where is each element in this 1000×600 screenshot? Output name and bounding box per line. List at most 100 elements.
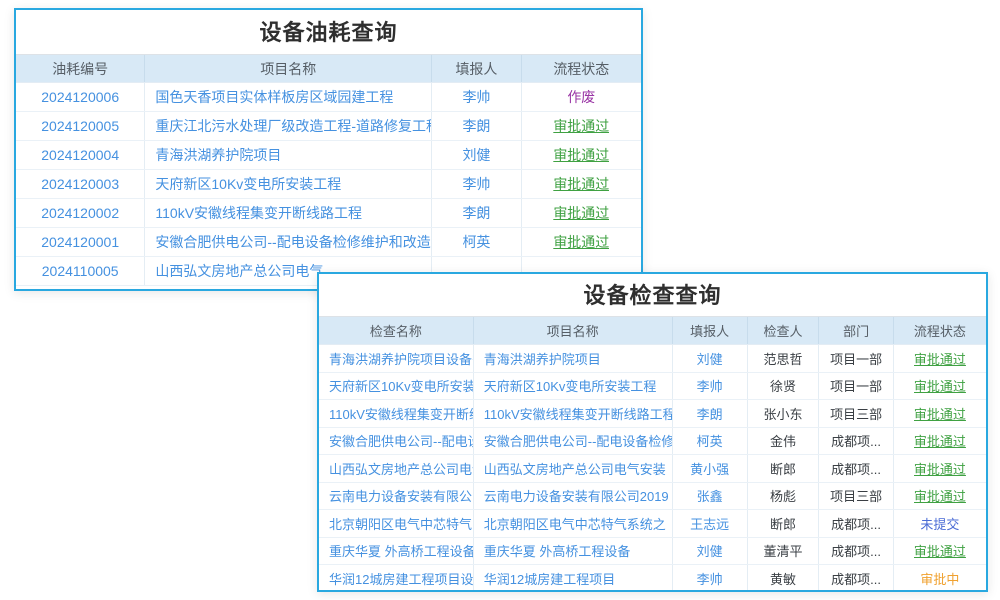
fuel-table-body: 2024120006国色天香项目实体样板房区域园建工程李帅作废202412000… <box>16 83 641 286</box>
cell-inspector: 黄敏 <box>748 565 819 592</box>
cell-reporter-text[interactable]: 刘健 <box>697 349 723 368</box>
column-header-status: 流程状态 <box>894 317 986 344</box>
status-link[interactable]: 审批通过 <box>553 145 609 165</box>
cell-fuel-id-text[interactable]: 2024120003 <box>41 176 119 192</box>
cell-project-text[interactable]: 华润12城房建工程项目 <box>484 569 615 588</box>
cell-project: 安徽合肥供电公司--配电设备检修维护和改造 <box>145 228 432 256</box>
table-row: 山西弘文房地产总公司电气安装工程山西弘文房地产总公司电气安装黄小强断郎成都项..… <box>319 455 986 483</box>
cell-fuel-id-text[interactable]: 2024110005 <box>42 263 119 279</box>
status-link[interactable]: 审批通过 <box>914 431 966 450</box>
cell-inspection-name: 110kV安徽线程集变开断线路工程计划 <box>319 400 474 427</box>
column-header-reporter: 填报人 <box>673 317 748 344</box>
cell-project-text[interactable]: 北京朝阳区电气中芯特气系统之 <box>484 514 666 533</box>
cell-reporter: 黄小强 <box>673 455 748 482</box>
cell-reporter-text[interactable]: 王志远 <box>690 514 729 533</box>
cell-fuel-id: 2024120003 <box>16 170 145 198</box>
cell-inspection-name-text[interactable]: 安徽合肥供电公司--配电设备检修维护 <box>329 431 473 450</box>
cell-reporter-text[interactable]: 柯英 <box>462 232 490 252</box>
cell-reporter: 刘健 <box>673 345 748 372</box>
cell-fuel-id-text[interactable]: 2024120002 <box>41 205 119 221</box>
status-link[interactable]: 审批通过 <box>914 541 966 560</box>
status-link[interactable]: 审批通过 <box>553 174 609 194</box>
cell-project-text[interactable]: 安徽合肥供电公司--配电设备检修 <box>484 431 672 450</box>
cell-fuel-id-text[interactable]: 2024120004 <box>41 147 119 163</box>
status-link[interactable]: 审批通过 <box>553 232 609 252</box>
cell-reporter-text[interactable]: 李帅 <box>697 376 723 395</box>
cell-fuel-id-text[interactable]: 2024120005 <box>41 118 119 134</box>
status-link[interactable]: 审批通过 <box>553 203 609 223</box>
cell-reporter-text[interactable]: 李帅 <box>462 174 490 194</box>
cell-department-text: 成都项... <box>831 569 881 588</box>
cell-reporter-text[interactable]: 柯英 <box>697 431 723 450</box>
table-row: 2024120005 重庆江北污水处理厂级改造工程-道路修复工程 李朗 审批通过 <box>16 112 641 141</box>
cell-inspector: 徐贤 <box>748 373 819 400</box>
column-header-project-name: 项目名称 <box>474 317 673 344</box>
status-link[interactable]: 作废 <box>567 87 595 107</box>
cell-inspection-name: 北京朝阳区电气中芯特气系统之GIS <box>319 510 474 537</box>
cell-project: 110kV安徽线程集变开断线路工程 <box>145 199 432 227</box>
status-link[interactable]: 审批通过 <box>914 349 966 368</box>
cell-reporter-text[interactable]: 黄小强 <box>690 459 729 478</box>
cell-reporter-text[interactable]: 李帅 <box>462 87 490 107</box>
cell-fuel-id-text[interactable]: 2024120006 <box>41 89 119 105</box>
cell-inspector-text: 徐贤 <box>770 376 796 395</box>
cell-department: 成都项... <box>819 428 894 455</box>
cell-reporter-text[interactable]: 刘健 <box>697 541 723 560</box>
cell-reporter: 刘健 <box>432 141 521 169</box>
cell-reporter-text[interactable]: 李朗 <box>462 203 490 223</box>
status-link[interactable]: 审批通过 <box>914 404 966 423</box>
cell-reporter-text[interactable]: 李帅 <box>697 569 723 588</box>
cell-status: 审批中 <box>894 565 986 592</box>
cell-status: 审批通过 <box>522 112 641 140</box>
cell-project-text[interactable]: 天府新区10Kv变电所安装工程 <box>155 174 341 194</box>
table-row: 北京朝阳区电气中芯特气系统之GIS北京朝阳区电气中芯特气系统之王志远断郎成都项.… <box>319 510 986 538</box>
cell-reporter-text[interactable]: 李朗 <box>697 404 723 423</box>
cell-department-text: 成都项... <box>831 541 881 560</box>
cell-project: 天府新区10Kv变电所安装工程 <box>474 373 673 400</box>
cell-project-text[interactable]: 山西弘文房地产总公司电气安装 <box>484 459 666 478</box>
cell-project-text[interactable]: 110kV安徽线程集变开断线路工程 <box>155 203 362 223</box>
cell-inspector: 张小东 <box>748 400 819 427</box>
cell-project-text[interactable]: 重庆江北污水处理厂级改造工程-道路修复工程 <box>155 116 431 136</box>
table-row: 华润12城房建工程项目设备检查2 华润12城房建工程项目 李帅 黄敏成都项... 审批中 <box>319 565 986 592</box>
cell-project-text[interactable]: 国色天香项目实体样板房区域园建工程 <box>155 87 393 107</box>
status-link[interactable]: 审批通过 <box>914 376 966 395</box>
cell-project: 重庆江北污水处理厂级改造工程-道路修复工程 <box>145 112 432 140</box>
cell-inspection-name-text[interactable]: 北京朝阳区电气中芯特气系统之GIS <box>329 514 473 533</box>
cell-reporter: 王志远 <box>673 510 748 537</box>
cell-inspection-name-text[interactable]: 山西弘文房地产总公司电气安装工程 <box>329 459 473 478</box>
cell-inspection-name: 山西弘文房地产总公司电气安装工程 <box>319 455 474 482</box>
cell-fuel-id-text[interactable]: 2024120001 <box>41 234 119 250</box>
cell-inspection-name-text[interactable]: 110kV安徽线程集变开断线路工程计划 <box>329 404 473 423</box>
status-link[interactable]: 审批通过 <box>914 459 966 478</box>
table-row: 110kV安徽线程集变开断线路工程计划 110kV安徽线程集变开断线路工程 李朗 张小… <box>319 400 986 428</box>
cell-reporter-text[interactable]: 李朗 <box>462 116 490 136</box>
column-header-inspection-name: 检查名称 <box>319 317 474 344</box>
cell-reporter-text[interactable]: 刘健 <box>462 145 490 165</box>
cell-project-text[interactable]: 重庆华夏 外高桥工程设备 <box>484 541 631 560</box>
cell-inspection-name-text[interactable]: 华润12城房建工程项目设备检查2 <box>329 569 473 588</box>
cell-project: 青海洪湖养护院项目 <box>474 345 673 372</box>
status-link[interactable]: 未提交 <box>920 514 959 533</box>
cell-inspector: 董清平 <box>748 538 819 565</box>
cell-inspector: 断郎 <box>748 510 819 537</box>
cell-project-text[interactable]: 云南电力设备安装有限公司2019 <box>484 486 669 505</box>
cell-status: 审批通过 <box>522 141 641 169</box>
cell-project-text[interactable]: 110kV安徽线程集变开断线路工程 <box>484 404 672 423</box>
cell-inspector: 杨彪 <box>748 483 819 510</box>
status-link[interactable]: 审批中 <box>920 569 959 588</box>
cell-inspection-name-text[interactable]: 天府新区10Kv变电所安装工程设备需用 <box>329 376 473 395</box>
cell-inspection-name-text[interactable]: 重庆华夏 外高桥工程设备设备需用 <box>329 541 473 560</box>
cell-project-text[interactable]: 青海洪湖养护院项目 <box>484 349 601 368</box>
cell-reporter: 张鑫 <box>673 483 748 510</box>
cell-inspection-name-text[interactable]: 云南电力设备安装有限公司2019--设备 <box>329 486 473 505</box>
cell-project-text[interactable]: 天府新区10Kv变电所安装工程 <box>484 376 657 395</box>
cell-inspection-name-text[interactable]: 青海洪湖养护院项目设备需用计划 <box>329 349 473 368</box>
cell-project-text[interactable]: 安徽合肥供电公司--配电设备检修维护和改造 <box>155 232 430 252</box>
status-link[interactable]: 审批通过 <box>553 116 609 136</box>
cell-project-text[interactable]: 青海洪湖养护院项目 <box>155 145 281 165</box>
cell-project-text[interactable]: 山西弘文房地产总公司电气 <box>155 261 323 281</box>
cell-reporter-text[interactable]: 张鑫 <box>697 486 723 505</box>
table-row: 2024120002 110kV安徽线程集变开断线路工程 李朗 审批通过 <box>16 199 641 228</box>
status-link[interactable]: 审批通过 <box>914 486 966 505</box>
